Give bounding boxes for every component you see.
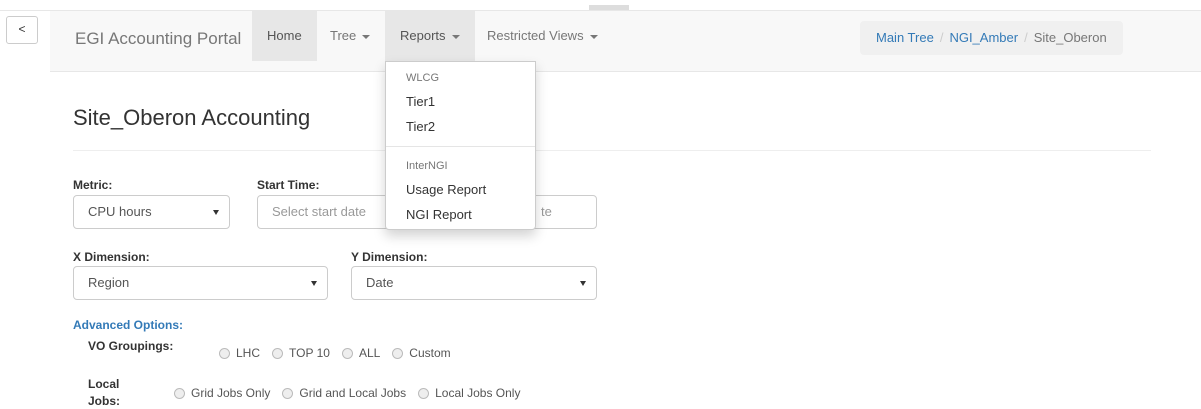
radio-grid-only-label: Grid Jobs Only: [191, 386, 271, 400]
start-date-input[interactable]: Select start date: [257, 195, 397, 229]
end-date-placeholder: te: [541, 204, 552, 219]
metric-select[interactable]: CPU hours: [73, 195, 230, 229]
caret-down-icon: [362, 34, 371, 39]
reports-dropdown-menu: WLCG Tier1 Tier2 InterNGI Usage Report N…: [385, 61, 536, 230]
radio-grid-and-local-label: Grid and Local Jobs: [299, 386, 407, 400]
x-dimension-label: X Dimension:: [73, 250, 150, 264]
start-time-label: Start Time:: [257, 178, 320, 192]
nav-restricted-views-dropdown[interactable]: Restricted Views: [472, 11, 613, 61]
dropdown-header-interngi: InterNGI: [406, 160, 448, 172]
menu-item-tier2[interactable]: Tier2: [406, 119, 435, 134]
menu-item-ngi-report[interactable]: NGI Report: [406, 207, 472, 222]
nav-reports-dropdown[interactable]: Reports: [385, 11, 475, 61]
nav-reports-label: Reports: [400, 28, 446, 43]
radio-grid-only[interactable]: [174, 387, 185, 399]
title-divider: [73, 150, 1151, 151]
scroll-indicator: [589, 5, 629, 10]
x-dimension-value: Region: [88, 275, 130, 290]
radio-top10-label: TOP 10: [289, 346, 330, 360]
breadcrumb-main-tree[interactable]: Main Tree: [876, 30, 934, 45]
nav-home[interactable]: Home: [252, 11, 317, 61]
y-dimension-value: Date: [366, 275, 394, 290]
radio-local-only-label: Local Jobs Only: [435, 386, 521, 400]
nav-home-label: Home: [267, 28, 302, 43]
menu-item-tier1[interactable]: Tier1: [406, 94, 435, 109]
caret-down-icon: [451, 34, 460, 39]
radio-all-label: ALL: [358, 346, 381, 360]
menu-item-usage-report[interactable]: Usage Report: [406, 182, 486, 197]
caret-down-icon: [589, 34, 598, 39]
breadcrumb-separator: /: [1024, 30, 1028, 45]
advanced-options-toggle[interactable]: Advanced Options:: [73, 318, 183, 332]
dropdown-header-wlcg: WLCG: [406, 72, 439, 84]
y-dimension-label: Y Dimension:: [351, 250, 428, 264]
breadcrumb-current: Site_Oberon: [1033, 30, 1107, 45]
radio-custom[interactable]: [392, 347, 404, 359]
radio-custom-label: Custom: [409, 346, 451, 360]
radio-lhc[interactable]: [219, 347, 230, 359]
select-arrow-icon: [213, 210, 219, 215]
breadcrumb: Main Tree / NGI_Amber / Site_Oberon: [860, 21, 1123, 55]
nav-tree-label: Tree: [330, 28, 357, 43]
page-title: Site_Oberon Accounting: [73, 105, 311, 130]
vo-groupings-label: VO Groupings:: [88, 339, 174, 353]
radio-local-only[interactable]: [418, 387, 430, 399]
back-button[interactable]: <: [6, 16, 38, 44]
nav-tree-dropdown[interactable]: Tree: [315, 11, 385, 61]
vo-groupings-radio-group: LHC TOP 10 ALL Custom: [213, 346, 457, 360]
breadcrumb-ngi-amber[interactable]: NGI_Amber: [949, 30, 1018, 45]
select-arrow-icon: [311, 281, 317, 286]
local-jobs-label-line1: Local: [88, 377, 120, 391]
radio-grid-and-local[interactable]: [282, 387, 294, 399]
select-arrow-icon: [580, 281, 586, 286]
local-jobs-radio-group: Grid Jobs Only Grid and Local Jobs Local…: [168, 386, 526, 400]
x-dimension-select[interactable]: Region: [73, 266, 328, 300]
radio-top10[interactable]: [272, 347, 284, 359]
nav-restricted-label: Restricted Views: [487, 28, 584, 43]
radio-lhc-label: LHC: [236, 346, 261, 360]
metric-label: Metric:: [73, 178, 113, 192]
local-jobs-label-line2: Jobs:: [88, 394, 121, 408]
brand-link[interactable]: EGI Accounting Portal: [75, 29, 241, 49]
breadcrumb-separator: /: [939, 30, 944, 45]
metric-select-value: CPU hours: [88, 204, 152, 219]
y-dimension-select[interactable]: Date: [351, 266, 597, 300]
dropdown-divider: [386, 146, 535, 147]
radio-all[interactable]: [341, 347, 353, 359]
